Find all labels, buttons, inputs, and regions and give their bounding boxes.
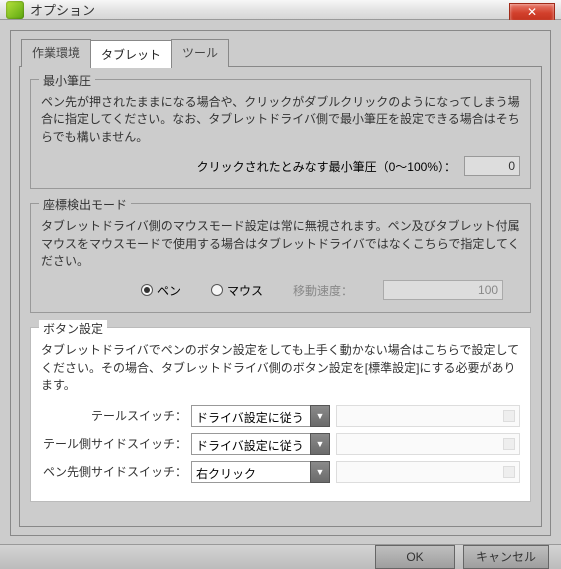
group-min-pressure: 最小筆圧 ペン先が押されたままになる場合や、クリックがダブルクリックのようになっ… xyxy=(30,79,531,189)
tab-work-env[interactable]: 作業環境 xyxy=(21,39,91,67)
app-icon xyxy=(6,1,24,19)
tail-side-switch-combo[interactable]: ドライバ設定に従う ▼ xyxy=(191,433,330,455)
move-speed-input xyxy=(383,280,503,300)
group-button-settings: ボタン設定 タブレットドライバでペンのボタン設定をしても上手く動かない場合はこち… xyxy=(30,327,531,501)
window-title: オプション xyxy=(30,0,95,19)
button-row-tail-switch: テールスイッチ： ドライバ設定に従う ▼ xyxy=(41,405,520,427)
pentip-side-switch-extra xyxy=(336,461,520,483)
group-coord-mode: 座標検出モード タブレットドライバ側のマウスモード設定は常に無視されます。ペン及… xyxy=(30,203,531,313)
outer-panel: 作業環境 タブレット ツール 最小筆圧 ペン先が押されたままになる場合や、クリッ… xyxy=(10,30,551,536)
tab-content-tablet: 最小筆圧 ペン先が押されたままになる場合や、クリックがダブルクリックのようになっ… xyxy=(19,66,542,527)
titlebar: オプション ✕ xyxy=(0,0,561,20)
tail-side-switch-label: テール側サイドスイッチ： xyxy=(41,435,191,452)
tail-side-switch-extra xyxy=(336,433,520,455)
tab-strip: 作業環境 タブレット ツール xyxy=(21,39,542,67)
dialog-footer: OK キャンセル xyxy=(0,544,561,569)
min-pressure-label: クリックされたとみなす最小筆圧（0～100%）： xyxy=(197,158,456,175)
pentip-side-switch-combo[interactable]: 右クリック ▼ xyxy=(191,461,330,483)
chevron-down-icon[interactable]: ▼ xyxy=(310,405,330,427)
pentip-side-switch-label: ペン先側サイドスイッチ： xyxy=(41,463,191,480)
tab-tool[interactable]: ツール xyxy=(171,39,229,67)
button-settings-desc: タブレットドライバでペンのボタン設定をしても上手く動かない場合はこちらで設定して… xyxy=(41,342,520,394)
group-min-pressure-title: 最小筆圧 xyxy=(39,72,95,89)
options-dialog: オプション ✕ 作業環境 タブレット ツール 最小筆圧 ペン先が押されたままにな… xyxy=(0,0,561,569)
tail-side-switch-value: ドライバ設定に従う xyxy=(191,433,311,455)
tail-switch-value: ドライバ設定に従う xyxy=(191,405,311,427)
button-row-pentip-side-switch: ペン先側サイドスイッチ： 右クリック ▼ xyxy=(41,461,520,483)
tail-switch-extra xyxy=(336,405,520,427)
button-row-tail-side-switch: テール側サイドスイッチ： ドライバ設定に従う ▼ xyxy=(41,433,520,455)
cancel-button[interactable]: キャンセル xyxy=(463,545,549,569)
body-area: 作業環境 タブレット ツール 最小筆圧 ペン先が押されたままになる場合や、クリッ… xyxy=(0,20,561,544)
pentip-side-switch-value: 右クリック xyxy=(191,461,311,483)
close-icon: ✕ xyxy=(527,5,537,19)
chevron-down-icon[interactable]: ▼ xyxy=(310,461,330,483)
radio-mouse-label: マウス xyxy=(227,282,263,299)
ok-button[interactable]: OK xyxy=(375,545,455,569)
tail-switch-combo[interactable]: ドライバ設定に従う ▼ xyxy=(191,405,330,427)
chevron-down-icon[interactable]: ▼ xyxy=(310,433,330,455)
min-pressure-desc: ペン先が押されたままになる場合や、クリックがダブルクリックのようになってしまう場… xyxy=(41,94,520,146)
tab-tablet[interactable]: タブレット xyxy=(90,40,172,68)
tail-switch-label: テールスイッチ： xyxy=(41,407,191,424)
min-pressure-input[interactable] xyxy=(464,156,520,176)
group-button-settings-title: ボタン設定 xyxy=(39,320,107,337)
radio-mouse[interactable]: マウス xyxy=(211,282,263,299)
coord-mode-desc: タブレットドライバ側のマウスモード設定は常に無視されます。ペン及びタブレット付属… xyxy=(41,218,520,270)
radio-pen[interactable]: ペン xyxy=(141,282,181,299)
radio-dot-icon xyxy=(211,284,223,296)
radio-dot-icon xyxy=(141,284,153,296)
move-speed-label: 移動速度： xyxy=(293,282,353,299)
radio-pen-label: ペン xyxy=(157,282,181,299)
group-coord-mode-title: 座標検出モード xyxy=(39,196,131,213)
